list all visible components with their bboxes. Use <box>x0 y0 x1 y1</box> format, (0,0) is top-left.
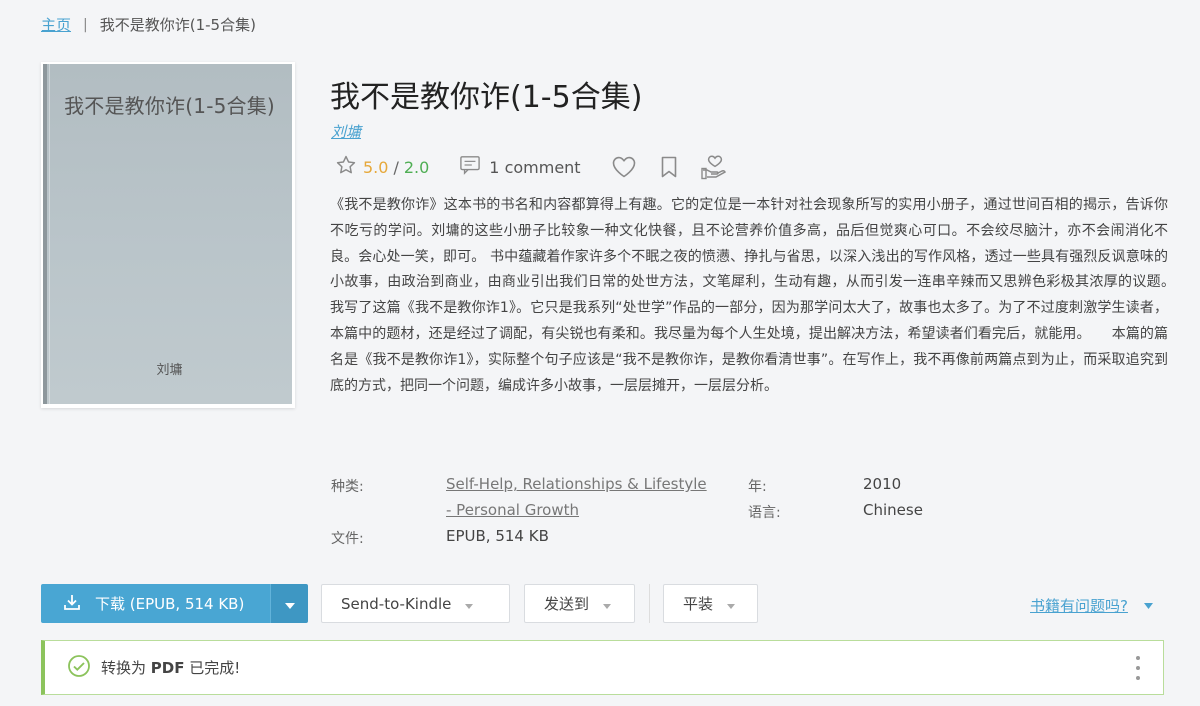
caret-down-icon <box>465 595 474 613</box>
comments-link[interactable]: 1 comment <box>459 155 581 179</box>
year-value: 2010 <box>863 475 902 493</box>
file-value: EPUB, 514 KB <box>446 527 549 545</box>
file-label: 文件: <box>331 531 364 547</box>
send-to-button[interactable]: 发送到 <box>524 584 635 623</box>
caret-down-icon <box>284 594 295 613</box>
alert-suffix: 已完成! <box>189 659 241 677</box>
book-title: 我不是教你诈(1-5合集) <box>330 80 643 115</box>
format-label: 平装 <box>683 595 714 613</box>
category-link-line2[interactable]: - Personal Growth <box>446 501 579 519</box>
category-link-line1[interactable]: Self-Help, Relationships & Lifestyle <box>446 475 707 493</box>
rating-separator: / <box>393 157 399 177</box>
download-button[interactable]: 下载 (EPUB, 514 KB) <box>41 584 270 623</box>
book-meta-row: 5.0 / 2.0 1 comment <box>335 153 729 181</box>
alert-message: 转换为 PDF 已完成! <box>101 657 240 678</box>
book-cover[interactable]: 我不是教你诈(1-5合集) 刘墉 <box>41 62 295 408</box>
bookmark-outline-icon[interactable] <box>659 155 679 179</box>
caret-down-icon <box>727 595 736 613</box>
breadcrumb-separator: | <box>83 16 88 33</box>
rating[interactable]: 5.0 / 2.0 <box>335 154 429 180</box>
report-issue-link[interactable]: 书籍有问题吗? <box>1030 595 1153 616</box>
check-circle-icon <box>67 654 91 682</box>
alert-prefix: 转换为 <box>101 659 147 677</box>
conversion-success-alert: 转换为 PDF 已完成! <box>41 640 1164 695</box>
caret-down-icon <box>1143 602 1153 609</box>
cover-title: 我不是教你诈(1-5合集) <box>64 94 275 118</box>
download-options-toggle[interactable] <box>270 584 308 623</box>
breadcrumb: 主页 | 我不是教你诈(1-5合集) <box>41 14 256 35</box>
star-outline-icon <box>335 154 357 180</box>
language-label: 语言: <box>748 505 781 521</box>
category-label: 种类: <box>331 479 364 495</box>
comment-icon <box>459 155 481 179</box>
author-link[interactable]: 刘墉 <box>331 121 361 142</box>
comments-count: 1 comment <box>489 157 581 177</box>
language-value: Chinese <box>863 501 923 519</box>
cover-author: 刘墉 <box>156 363 183 378</box>
more-vertical-icon[interactable] <box>1135 654 1141 686</box>
breadcrumb-current: 我不是教你诈(1-5合集) <box>99 16 256 34</box>
alert-format: PDF <box>150 659 185 677</box>
year-label: 年: <box>748 479 767 495</box>
send-to-kindle-label: Send-to-Kindle <box>341 594 452 613</box>
button-divider <box>649 584 650 623</box>
book-cover-image: 我不是教你诈(1-5合集) 刘墉 <box>43 64 292 404</box>
send-to-label: 发送到 <box>544 595 590 613</box>
rating-secondary: 2.0 <box>403 157 430 177</box>
hand-donate-icon[interactable] <box>700 154 729 180</box>
caret-down-icon <box>603 595 612 613</box>
send-to-kindle-button[interactable]: Send-to-Kindle <box>321 584 510 623</box>
download-button-group: 下载 (EPUB, 514 KB) <box>41 584 308 623</box>
heart-outline-icon[interactable] <box>611 155 637 179</box>
download-icon <box>63 593 81 615</box>
book-description: 《我不是教你诈》这本书的书名和内容都算得上有趣。它的定位是一本针对社会现象所写的… <box>330 197 1196 394</box>
format-button[interactable]: 平装 <box>663 584 758 623</box>
breadcrumb-home-link[interactable]: 主页 <box>41 14 71 35</box>
report-issue-label: 书籍有问题吗? <box>1030 597 1128 615</box>
rating-primary: 5.0 <box>363 157 389 177</box>
download-button-label: 下载 (EPUB, 514 KB) <box>95 595 245 613</box>
